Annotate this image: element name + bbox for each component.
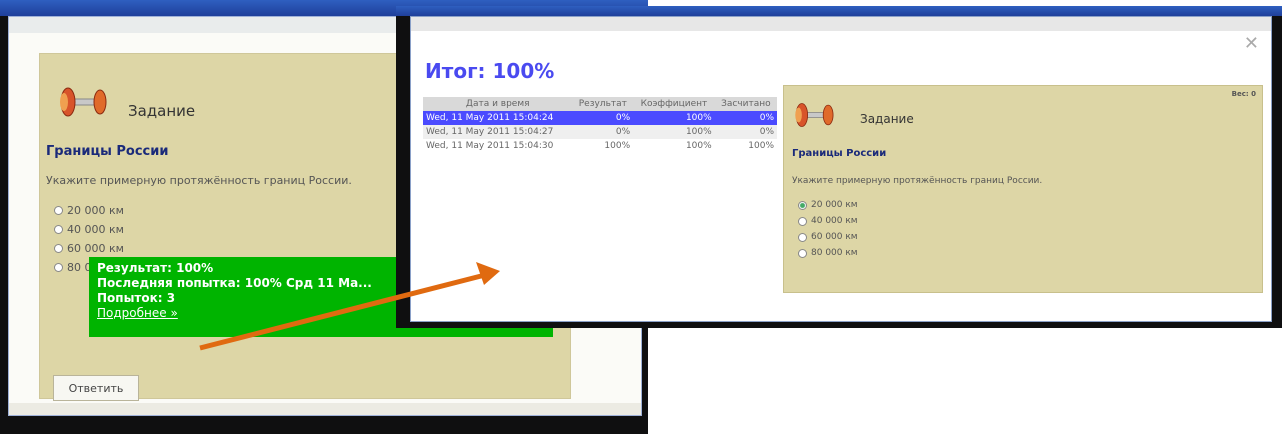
arrow-icon [199,262,500,351]
arrow-head [476,262,500,285]
arrow-line [199,272,486,351]
